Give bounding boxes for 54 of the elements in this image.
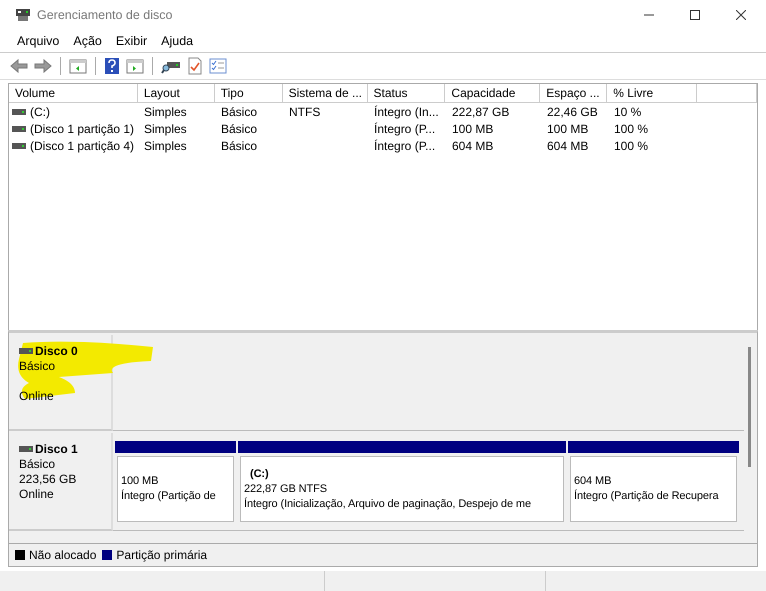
partition-block[interactable]: 604 MB Íntegro (Partição de Recupera	[570, 456, 737, 522]
window-title: Gerenciamento de disco	[37, 8, 172, 22]
disk-size: 223,56 GB	[19, 472, 78, 487]
table-cell: 100 MB	[452, 122, 494, 136]
column-header[interactable]: Tipo	[214, 84, 283, 102]
table-cell: Íntegro (In...	[374, 104, 439, 118]
column-header[interactable]: Volume	[9, 84, 138, 102]
table-cell: NTFS	[289, 104, 320, 118]
partition-size: 604 MB	[574, 474, 612, 489]
table-cell: Básico	[221, 122, 258, 136]
table-cell: (Disco 1 partição 4)	[30, 138, 134, 152]
table-cell: Simples	[144, 138, 187, 152]
legend-label: Partição primária	[116, 548, 208, 562]
partition-status: Íntegro (Partição de	[121, 489, 217, 504]
table-cell: Básico	[221, 104, 258, 118]
partition-status: Íntegro (Inicialização, Arquivo de paginação, Despejo de me	[244, 496, 532, 512]
menu-item[interactable]: Exibir	[116, 34, 148, 48]
table-cell: Íntegro (P...	[374, 122, 436, 136]
table-cell: Básico	[221, 138, 258, 152]
table-cell: 604 MB	[452, 138, 494, 152]
partition-block[interactable]: (C:) 222,87 GB NTFS Íntegro (Inicialização, Arquivo de paginação, Despejo de me	[240, 456, 564, 522]
table-cell: Simples	[144, 122, 187, 136]
partition-status: Íntegro (Partição de Recupera	[574, 489, 720, 504]
disk-name: Disco 0	[35, 344, 78, 358]
disk-info-panel[interactable]: Disco 1 Básico 223,56 GB Online	[9, 433, 113, 531]
table-cell: 222,87 GB	[452, 104, 510, 118]
disk-status: Online	[19, 487, 55, 502]
disk-type: Básico	[19, 359, 56, 374]
table-cell: 100 MB	[547, 122, 588, 136]
partition-size: 222,87 GB NTFS	[244, 482, 328, 496]
partition-label: (C:)	[249, 466, 270, 482]
disk-type: Básico	[19, 457, 56, 472]
menu-item[interactable]: Ação	[73, 34, 102, 48]
column-header[interactable]: % Livre	[607, 84, 698, 102]
table-cell: 100 %	[614, 138, 648, 152]
table-cell: 10 %	[614, 104, 642, 118]
table-cell: Simples	[144, 104, 187, 118]
table-cell: Íntegro (P...	[374, 138, 436, 152]
column-header[interactable]: Espaço ...	[540, 84, 608, 102]
column-header[interactable]: Capacidade	[445, 84, 540, 102]
disk-name: Disco 1	[35, 442, 78, 456]
column-header[interactable]: Sistema de ...	[282, 84, 368, 102]
partition-size: 100 MB	[121, 474, 160, 489]
menu-item[interactable]: Ajuda	[161, 34, 194, 48]
table-cell: (C:)	[30, 104, 50, 118]
column-header[interactable]: Status	[368, 84, 446, 102]
column-header[interactable]: Layout	[138, 84, 215, 102]
table-cell: 22,46 GB	[547, 104, 598, 118]
table-cell: 604 MB	[547, 138, 588, 152]
table-cell: (Disco 1 partição 1)	[30, 122, 134, 136]
menu-item[interactable]: Arquivo	[17, 34, 60, 48]
table-cell: 100 %	[614, 122, 648, 136]
legend-label: Não alocado	[29, 548, 96, 562]
partition-block[interactable]: 100 MB Íntegro (Partição de	[117, 456, 234, 522]
